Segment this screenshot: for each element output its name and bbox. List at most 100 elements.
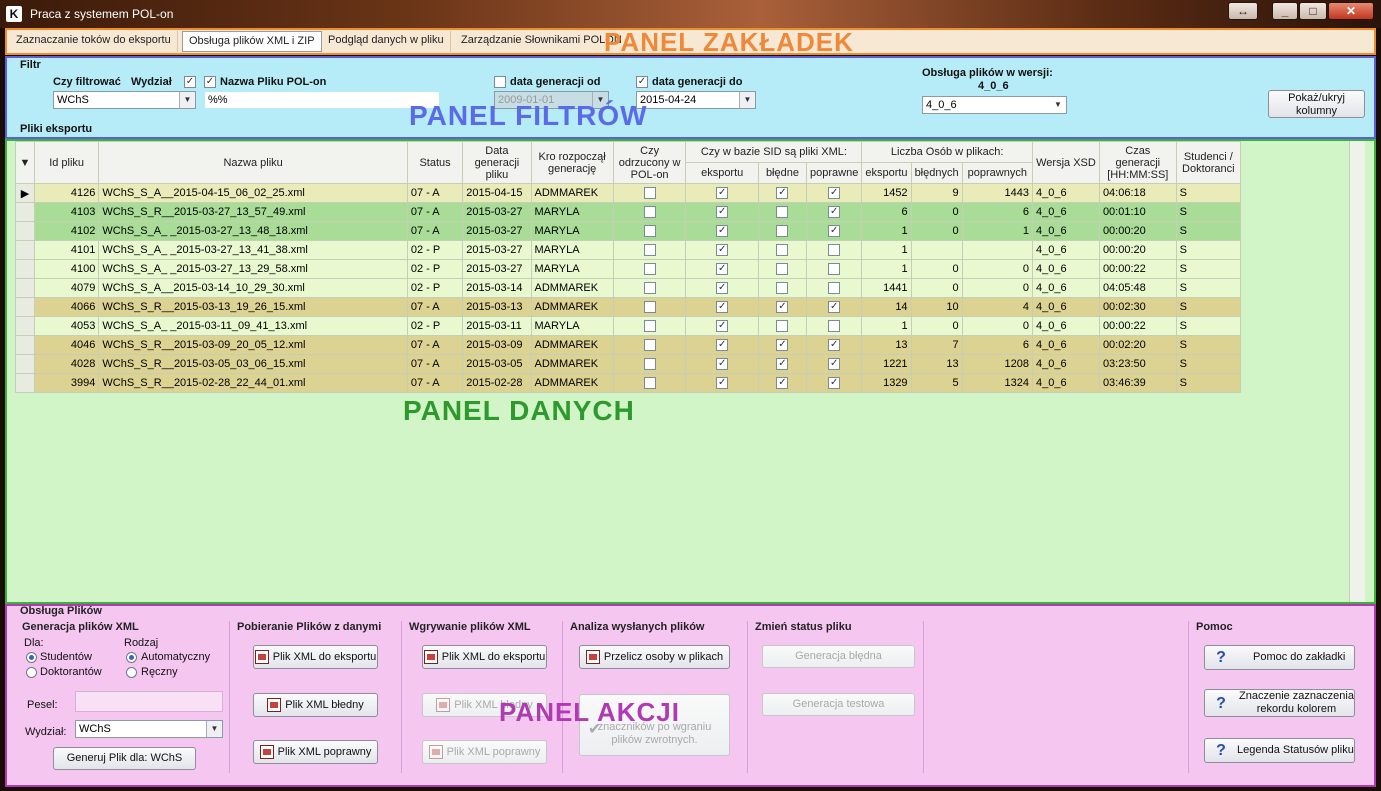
- wydzial-filter-select[interactable]: WChS ▼: [53, 91, 196, 109]
- sid-eksport-checkbox[interactable]: ✓: [716, 358, 729, 371]
- col-id[interactable]: Id pliku: [33, 141, 100, 184]
- table-row[interactable]: 4101 WChS_S_A_ _2015-03-27_13_41_38.xml 02…: [15, 240, 1242, 260]
- sid-poprawne-checkbox[interactable]: ✓: [828, 187, 841, 200]
- row-selector-header[interactable]: ▼: [15, 141, 35, 184]
- sid-poprawne-checkbox[interactable]: ✓: [828, 301, 841, 314]
- rejected-checkbox[interactable]: [643, 282, 656, 295]
- col-sid-bledne[interactable]: błędne: [757, 162, 808, 184]
- sid-poprawne-checkbox[interactable]: ✓: [828, 206, 841, 219]
- rejected-checkbox[interactable]: [643, 301, 656, 314]
- rejected-checkbox[interactable]: [643, 320, 656, 333]
- legenda-button[interactable]: ? Legenda Statusów pliku: [1204, 738, 1355, 763]
- sid-eksport-checkbox[interactable]: ✓: [716, 377, 729, 390]
- sid-bledne-checkbox[interactable]: ✓: [776, 301, 789, 314]
- col-date[interactable]: Data generacji pliku: [462, 141, 532, 184]
- col-cnt-bledne[interactable]: błędnych: [910, 162, 963, 184]
- row-selector[interactable]: [15, 373, 35, 393]
- table-row[interactable]: 4046 WChS_S_R__2015-03-09_20_05_12.xml 07 …: [15, 335, 1242, 355]
- nazwa-pliku-input[interactable]: %%: [204, 91, 440, 109]
- rodzaj-auto-radio[interactable]: [126, 652, 137, 663]
- row-selector[interactable]: [15, 316, 35, 336]
- col-who[interactable]: Kro rozpoczął generację: [530, 141, 614, 184]
- row-selector[interactable]: [15, 354, 35, 374]
- rodzaj-reczny-radio[interactable]: [126, 667, 137, 678]
- gen-bledna-button[interactable]: Generacja błędna: [762, 645, 915, 668]
- table-row[interactable]: 4103 WChS_S_R__2015-03-27_13_57_49.xml 07 …: [15, 202, 1242, 222]
- rejected-checkbox[interactable]: [643, 244, 656, 257]
- pomoc-zakladki-button[interactable]: ? Pomoc do zakładki: [1204, 645, 1355, 670]
- col-sid-poprawne[interactable]: poprawne: [806, 162, 863, 184]
- row-selector[interactable]: [15, 240, 35, 260]
- sid-bledne-checkbox[interactable]: [776, 206, 789, 219]
- sid-poprawne-checkbox[interactable]: [828, 244, 841, 257]
- sid-bledne-checkbox[interactable]: ✓: [776, 339, 789, 352]
- pob-eksport-button[interactable]: Plik XML do eksportu: [253, 645, 378, 669]
- sid-bledne-checkbox[interactable]: [776, 282, 789, 295]
- sid-bledne-checkbox[interactable]: [776, 263, 789, 276]
- table-row[interactable]: 3994 WChS_S_R__2015-02-28_22_44_01.xml 07 …: [15, 373, 1242, 393]
- wydzial-action-select[interactable]: WChS ▼: [75, 720, 223, 738]
- sid-eksport-checkbox[interactable]: ✓: [716, 263, 729, 276]
- rejected-checkbox[interactable]: [643, 339, 656, 352]
- sid-bledne-checkbox[interactable]: [776, 320, 789, 333]
- table-row[interactable]: 4100 WChS_S_A_ _2015-03-27_13_29_58.xml 02…: [15, 259, 1242, 279]
- row-selector[interactable]: [15, 202, 35, 222]
- sid-eksport-checkbox[interactable]: ✓: [716, 282, 729, 295]
- col-xsd[interactable]: Wersja XSD: [1031, 141, 1100, 184]
- sid-bledne-checkbox[interactable]: ✓: [776, 187, 789, 200]
- data-od-checkbox[interactable]: [494, 76, 506, 88]
- col-cnt-poprawne[interactable]: poprawnych: [961, 162, 1033, 184]
- sid-bledne-checkbox[interactable]: ✓: [776, 358, 789, 371]
- table-row[interactable]: ▶ 4126 WChS_S_A__2015-04-15_06_02_25.xml 07…: [15, 183, 1242, 203]
- col-rejected[interactable]: Czy odrzucony w POL-on: [612, 141, 687, 184]
- rejected-checkbox[interactable]: [643, 358, 656, 371]
- close-button[interactable]: ✕: [1328, 2, 1374, 20]
- sid-eksport-checkbox[interactable]: ✓: [716, 244, 729, 257]
- data-do-picker[interactable]: 2015-04-24 ▼: [636, 91, 756, 109]
- generuj-button[interactable]: Generuj Plik dla: WChS: [53, 747, 196, 770]
- rejected-checkbox[interactable]: [643, 377, 656, 390]
- col-cnt-eksport[interactable]: eksportu: [861, 162, 912, 184]
- vertical-scrollbar[interactable]: [1349, 141, 1365, 602]
- wg-poprawny-button[interactable]: Plik XML poprawny: [422, 740, 547, 764]
- col-status[interactable]: Status: [406, 141, 464, 184]
- resize-icon[interactable]: ↔: [1228, 2, 1258, 20]
- rejected-checkbox[interactable]: [643, 225, 656, 238]
- tab-slowniki[interactable]: Zarządzanie Słownikami POLON: [455, 31, 628, 52]
- maximize-button[interactable]: □: [1299, 2, 1327, 20]
- row-selector[interactable]: ▶: [15, 183, 35, 203]
- przelicz-button[interactable]: Przelicz osoby w plikach: [579, 645, 730, 669]
- dla-students-radio[interactable]: [26, 652, 37, 663]
- minimize-button[interactable]: _: [1272, 2, 1298, 20]
- wydzial-filter-checkbox[interactable]: ✓: [184, 76, 196, 88]
- znaczenie-button[interactable]: ? Znaczenie zaznaczenia rekordu kolorem: [1204, 689, 1355, 717]
- sid-eksport-checkbox[interactable]: ✓: [716, 320, 729, 333]
- col-stud[interactable]: Studenci / Doktoranci: [1175, 141, 1242, 184]
- tab-obsluga-plikow[interactable]: Obsługa plików XML i ZIP: [182, 31, 322, 52]
- sid-poprawne-checkbox[interactable]: [828, 320, 841, 333]
- sid-eksport-checkbox[interactable]: ✓: [716, 206, 729, 219]
- table-row[interactable]: 4066 WChS_S_R__2015-03-13_19_26_15.xml 07 …: [15, 297, 1242, 317]
- tab-zaznaczanie[interactable]: Zaznaczanie toków do eksportu: [10, 31, 178, 52]
- table-row[interactable]: 4102 WChS_S_A_ _2015-03-27_13_48_18.xml 07…: [15, 221, 1242, 241]
- col-name[interactable]: Nazwa pliku: [98, 141, 408, 184]
- sid-poprawne-checkbox[interactable]: ✓: [828, 339, 841, 352]
- sid-eksport-checkbox[interactable]: ✓: [716, 187, 729, 200]
- sid-poprawne-checkbox[interactable]: ✓: [828, 225, 841, 238]
- row-selector[interactable]: [15, 221, 35, 241]
- sid-eksport-checkbox[interactable]: ✓: [716, 301, 729, 314]
- row-selector[interactable]: [15, 297, 35, 317]
- pob-poprawny-button[interactable]: Plik XML poprawny: [253, 740, 378, 764]
- tab-podglad[interactable]: Podgląd danych w pliku: [322, 31, 451, 52]
- pesel-input[interactable]: [75, 691, 223, 712]
- rejected-checkbox[interactable]: [643, 187, 656, 200]
- row-selector[interactable]: [15, 259, 35, 279]
- sid-eksport-checkbox[interactable]: ✓: [716, 339, 729, 352]
- gen-testowa-button[interactable]: Generacja testowa: [762, 693, 915, 716]
- sid-eksport-checkbox[interactable]: ✓: [716, 225, 729, 238]
- rejected-checkbox[interactable]: [643, 263, 656, 276]
- sid-bledne-checkbox[interactable]: ✓: [776, 377, 789, 390]
- sid-poprawne-checkbox[interactable]: [828, 263, 841, 276]
- col-sid-eksport[interactable]: eksportu: [685, 162, 759, 184]
- table-row[interactable]: 4053 WChS_S_A_ _2015-03-11_09_41_13.xml 02…: [15, 316, 1242, 336]
